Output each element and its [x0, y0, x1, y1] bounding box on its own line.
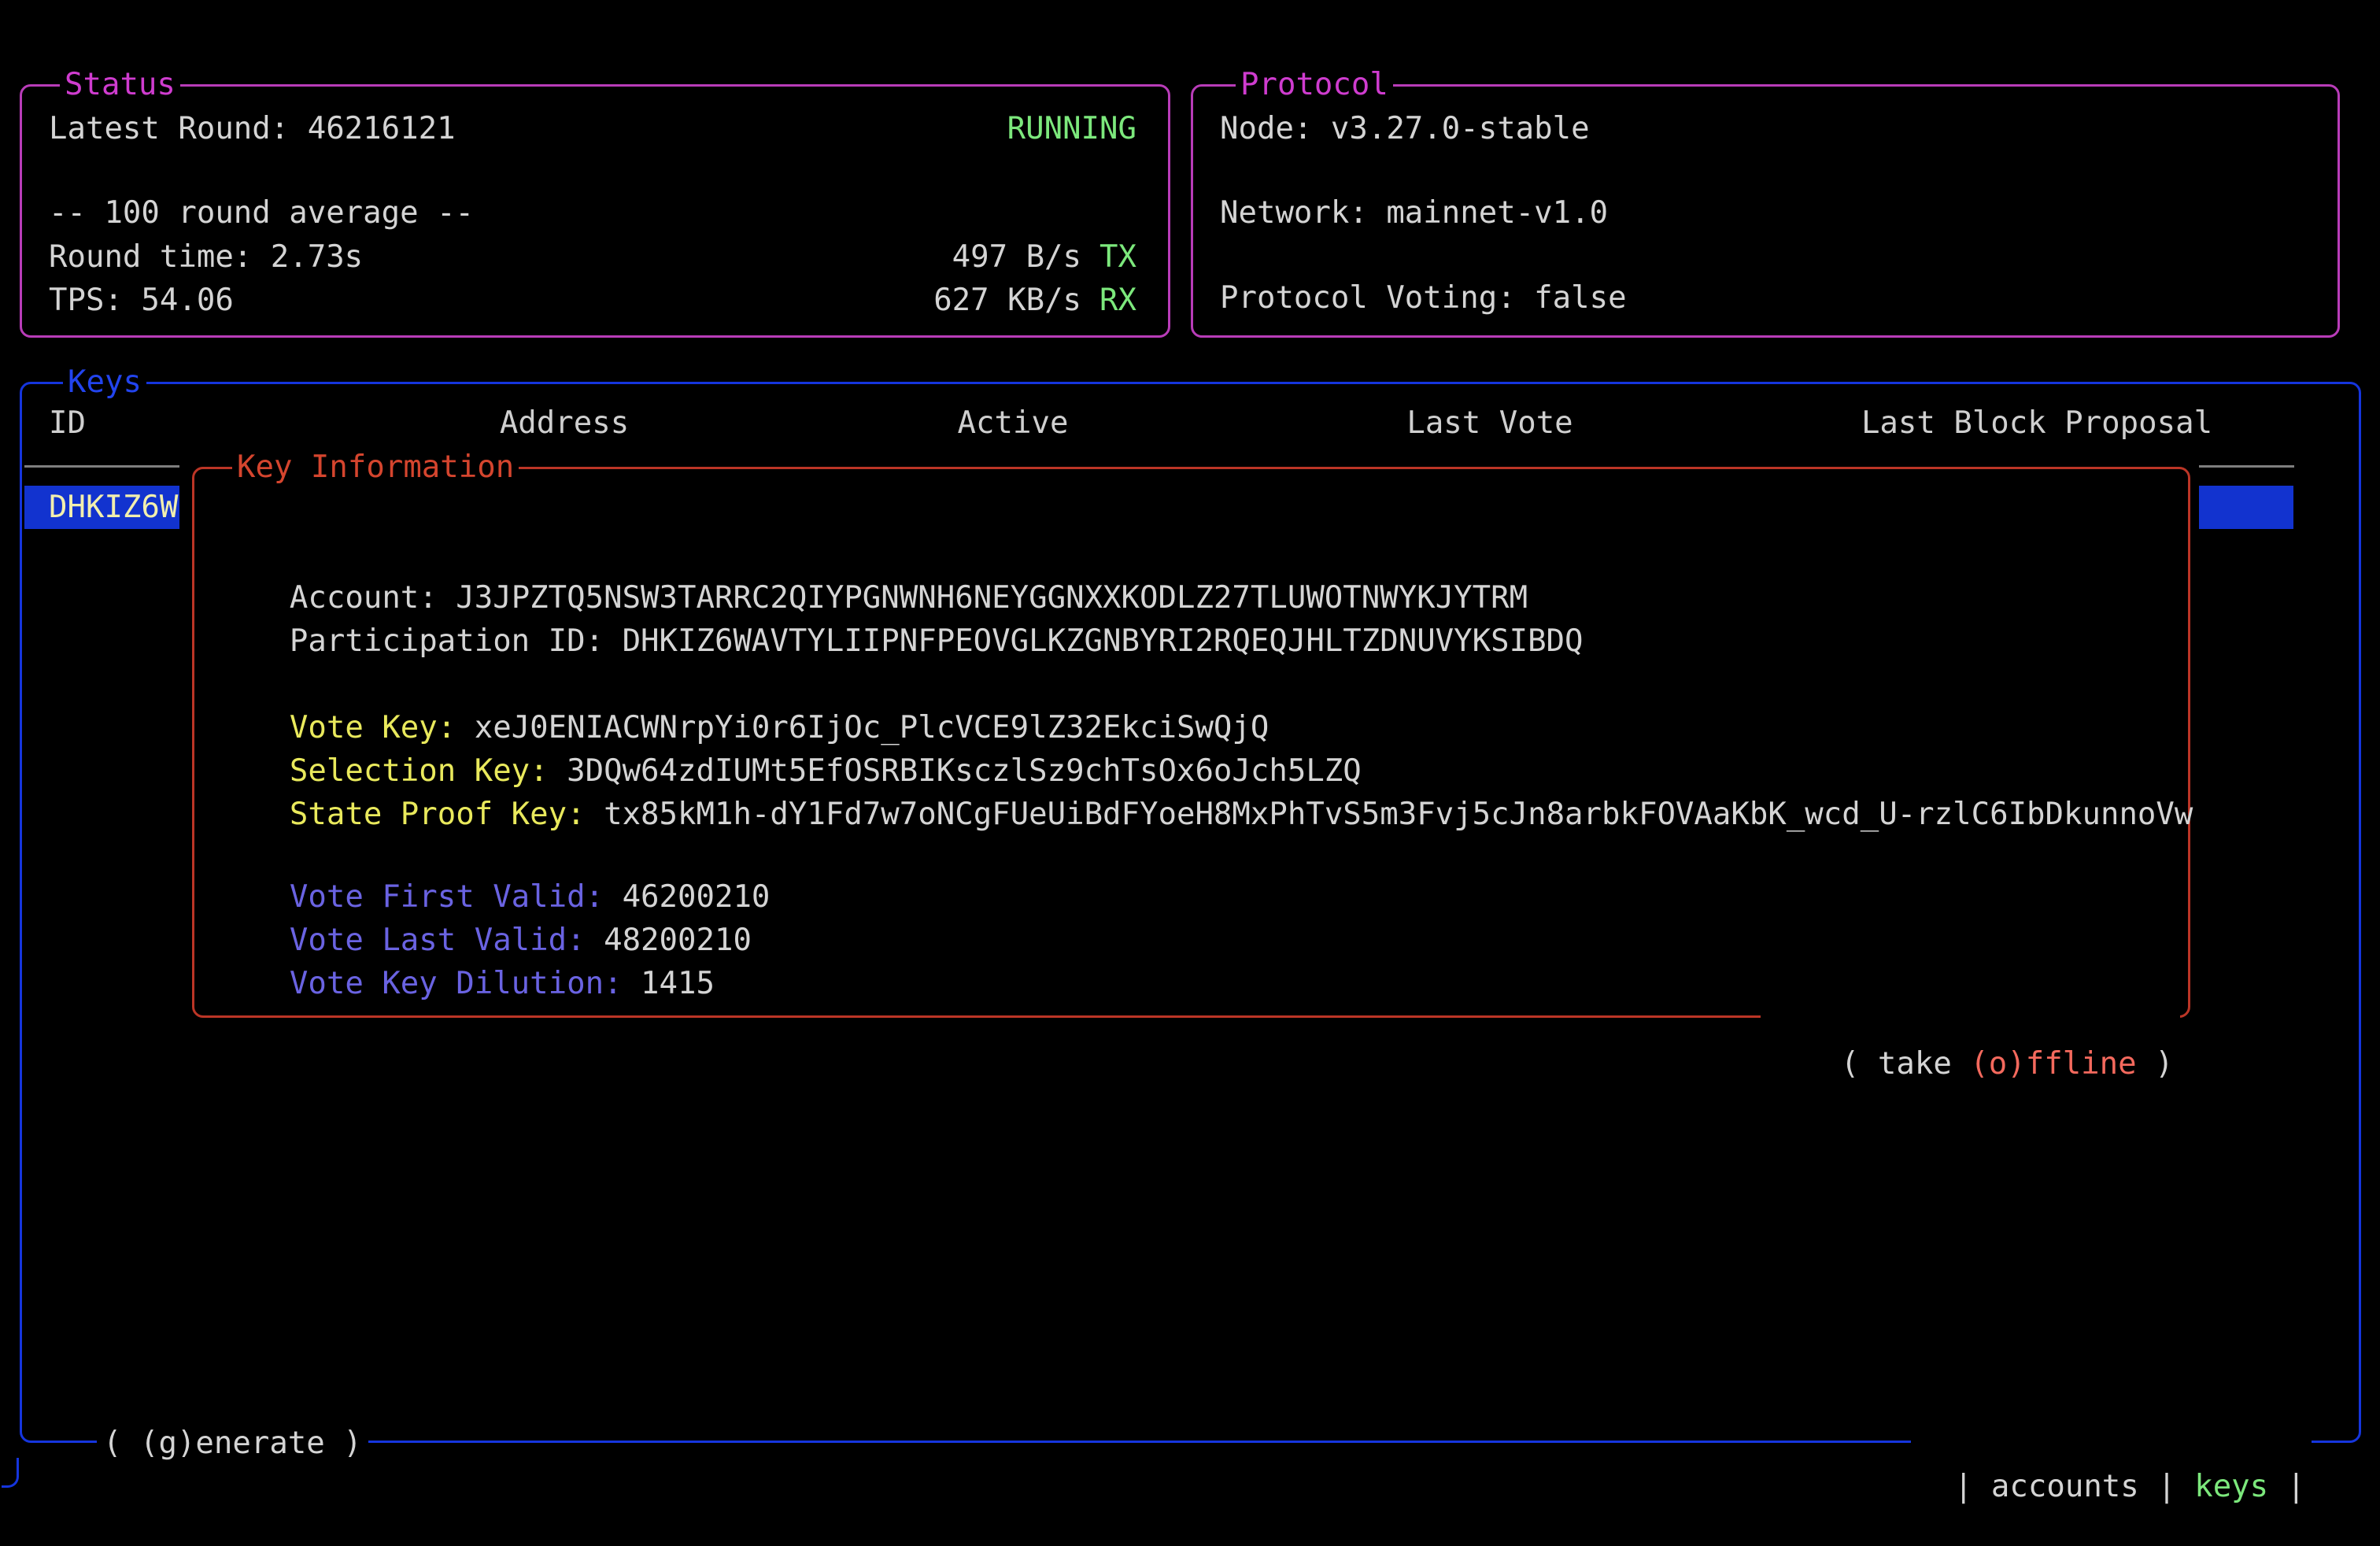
rx-rate-label: RX — [1099, 283, 1136, 318]
network-text: Network: mainnet-v1.0 — [1220, 191, 1608, 235]
state-proof-key-value: tx85kM1h-dY1Fd7w7oNCgFUeUiBdFYoeH8MxPhTv… — [604, 797, 2193, 832]
border-artifact — [2, 1458, 19, 1488]
take-offline-prefix: ( take — [1841, 1046, 1970, 1082]
column-header-active: Active — [958, 401, 1069, 445]
take-offline-hotkey: (o)ffline — [1970, 1046, 2136, 1082]
participation-id-value: DHKIZ6WAVTYLIIPNFPEOVGLKZGNBYRI2RQEQJHLT… — [623, 623, 1584, 659]
tx-rate-label: TX — [1099, 239, 1136, 275]
header-separator-right — [2199, 465, 2294, 468]
round-time-text: Round time: 2.73s — [49, 235, 363, 279]
vote-key-dilution-value: 1415 — [641, 966, 715, 1001]
column-header-address: Address — [500, 401, 629, 445]
participation-id-label: Participation ID: — [290, 623, 623, 659]
keys-panel-title: Keys — [63, 362, 146, 403]
key-information-title: Key Information — [232, 447, 519, 488]
key-information-dialog: Key Information Account: J3JPZTQ5NSW3TAR… — [192, 467, 2190, 1018]
status-panel-title: Status — [60, 65, 180, 105]
take-offline-suffix: ) — [2137, 1046, 2174, 1082]
table-row-id-cell[interactable]: DHKIZ6W — [49, 486, 178, 529]
table-row-selected-right[interactable] — [2199, 486, 2293, 529]
generate-button[interactable]: ( (g)enerate ) — [97, 1422, 368, 1465]
tab-accounts[interactable]: | accounts | — [1954, 1469, 2194, 1504]
node-version-text: Node: v3.27.0-stable — [1220, 107, 1590, 150]
header-separator-left — [24, 465, 179, 468]
view-tabs: | accounts | keys | — [1911, 1422, 2312, 1465]
status-panel: Status Latest Round: 46216121 RUNNING --… — [20, 84, 1170, 338]
rx-rate-value: 627 KB/s — [933, 283, 1081, 318]
rx-rate: 627 KB/s RX — [933, 279, 1136, 322]
tx-rate: 497 B/s TX — [952, 235, 1136, 279]
vote-key-dilution-label: Vote Key Dilution: — [290, 966, 641, 1001]
protocol-voting-text: Protocol Voting: false — [1220, 276, 1627, 320]
tps-text: TPS: 54.06 — [49, 279, 234, 322]
protocol-panel: Protocol Node: v3.27.0-stable Network: m… — [1191, 84, 2340, 338]
node-running-state: RUNNING — [1007, 107, 1136, 150]
tabs-suffix: | — [2268, 1469, 2305, 1504]
column-header-last-vote: Last Vote — [1406, 401, 1572, 445]
protocol-panel-title: Protocol — [1236, 65, 1393, 105]
latest-round-text: Latest Round: 46216121 — [49, 107, 456, 150]
column-header-last-block-proposal: Last Block Proposal — [1861, 401, 2212, 445]
state-proof-key-label: State Proof Key: — [290, 797, 604, 832]
tx-rate-value: 497 B/s — [952, 239, 1081, 275]
take-offline-button[interactable]: ( take (o)ffline ) — [1761, 999, 2180, 1042]
column-header-id: ID — [49, 401, 86, 445]
tab-keys[interactable]: keys — [2194, 1469, 2268, 1504]
round-average-header: -- 100 round average -- — [49, 191, 474, 235]
